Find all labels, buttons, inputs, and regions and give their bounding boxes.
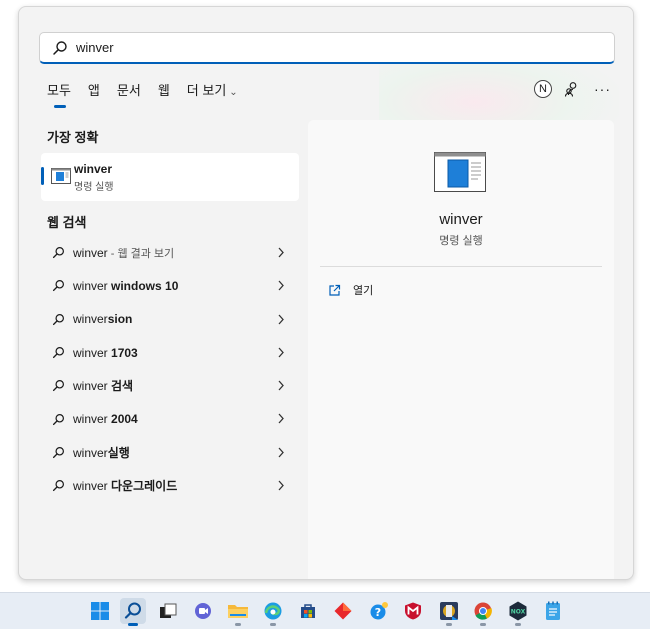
notepad-icon[interactable] <box>540 598 566 624</box>
store-icon[interactable] <box>295 598 321 624</box>
search-icon <box>53 40 67 55</box>
suggestion-text: winver - 웹 결과 보기 <box>73 245 175 260</box>
open-external-icon <box>329 284 341 296</box>
tab-more-label: 더 보기 <box>186 83 227 98</box>
chevron-right-icon <box>278 347 284 358</box>
chevron-right-icon <box>278 480 284 491</box>
web-suggestion[interactable]: winver 2004 <box>41 402 299 435</box>
web-suggestion[interactable]: winver 다운그레이드 <box>41 469 299 502</box>
chevron-down-icon: ⌄ <box>229 87 238 98</box>
divider <box>320 266 602 267</box>
tab-more[interactable]: 더 보기 ⌄ <box>187 83 238 109</box>
search-input[interactable] <box>76 40 596 55</box>
open-action[interactable]: 열기 <box>328 282 373 298</box>
detail-pane: winver 명령 실행 열기 <box>308 120 614 579</box>
suggestion-text: winver 1703 <box>73 345 138 360</box>
account-switch-icon[interactable] <box>564 81 580 97</box>
web-suggestion[interactable]: winver - 웹 결과 보기 <box>41 236 299 269</box>
suggestion-text: winver 검색 <box>73 379 134 394</box>
web-suggestion[interactable]: winver실행 <box>41 436 299 469</box>
chrome-icon[interactable] <box>470 598 496 626</box>
chevron-right-icon <box>278 280 284 291</box>
web-suggestion[interactable]: winver windows 10 <box>41 269 299 302</box>
suggestion-text: winver실행 <box>73 445 130 460</box>
help-app-icon[interactable]: ? <box>366 598 392 624</box>
search-icon <box>52 280 64 292</box>
search-icon[interactable] <box>120 598 146 626</box>
mcafee-icon[interactable] <box>400 598 426 624</box>
chevron-right-icon <box>278 314 284 325</box>
chat-icon[interactable] <box>190 598 216 624</box>
suggestion-text: winversion <box>73 312 133 327</box>
web-suggestion[interactable]: winver 검색 <box>41 369 299 402</box>
search-icon <box>52 446 64 458</box>
search-icon <box>52 380 64 392</box>
header-actions: N ··· <box>534 80 611 98</box>
more-options-icon[interactable]: ··· <box>594 81 611 97</box>
best-match-subtitle: 명령 실행 <box>74 182 114 193</box>
tab-all[interactable]: 모두 <box>47 83 71 109</box>
selection-accent <box>41 167 44 185</box>
best-match-name: winver <box>74 162 113 176</box>
avatar[interactable]: N <box>534 80 552 98</box>
running-indicator <box>235 623 241 626</box>
running-indicator <box>480 623 486 626</box>
media-app-icon[interactable] <box>436 598 462 626</box>
tab-web[interactable]: 웹 <box>158 83 170 109</box>
suggestion-text: winver 2004 <box>73 412 138 427</box>
running-indicator <box>515 623 521 626</box>
search-icon <box>52 247 64 259</box>
search-icon <box>52 313 64 325</box>
nox-icon[interactable]: NOX <box>505 598 531 626</box>
suggestion-text: winver windows 10 <box>73 278 179 293</box>
filter-tabs: 모두 앱 문서 웹 더 보기 ⌄ <box>47 83 255 109</box>
tab-apps[interactable]: 앱 <box>88 83 100 109</box>
svg-text:?: ? <box>375 606 381 619</box>
winver-app-icon <box>51 168 71 184</box>
red-diamond-app-icon[interactable] <box>330 598 356 624</box>
svg-text:NOX: NOX <box>511 609 526 616</box>
web-suggestion[interactable]: winversion <box>41 303 299 336</box>
edge-icon[interactable] <box>260 598 286 626</box>
best-match-title: 가장 정확 <box>47 130 99 145</box>
search-icon <box>52 347 64 359</box>
chevron-right-icon <box>278 380 284 391</box>
suggestion-text: winver 다운그레이드 <box>73 479 178 494</box>
running-indicator <box>446 623 452 626</box>
chevron-right-icon <box>278 414 284 424</box>
taskbar: ? NOX <box>0 592 650 629</box>
winver-app-icon <box>434 152 486 192</box>
web-search-list: winver - 웹 결과 보기 winver windows 10 winve… <box>41 236 299 502</box>
task-view-icon[interactable] <box>155 598 181 624</box>
tab-documents[interactable]: 문서 <box>117 83 141 109</box>
best-match-item[interactable]: winver 명령 실행 <box>41 153 299 201</box>
start-search-panel: 모두 앱 문서 웹 더 보기⌄ N ··· 가장 정확 winver 명령 실행 <box>18 6 634 580</box>
running-indicator <box>270 623 276 626</box>
detail-name: winver <box>439 211 483 228</box>
chevron-right-icon <box>278 247 284 258</box>
active-indicator <box>128 623 138 626</box>
file-explorer-icon[interactable] <box>225 598 251 626</box>
windows-start-icon[interactable] <box>87 598 113 624</box>
search-icon <box>52 480 64 492</box>
search-box[interactable] <box>39 32 615 64</box>
detail-subtitle: 명령 실행 <box>439 235 483 247</box>
search-icon <box>52 413 64 425</box>
chevron-right-icon <box>278 447 284 458</box>
open-action-label: 열기 <box>353 285 374 297</box>
web-search-title: 웹 검색 <box>47 215 87 230</box>
web-suggestion[interactable]: winver 1703 <box>41 336 299 369</box>
